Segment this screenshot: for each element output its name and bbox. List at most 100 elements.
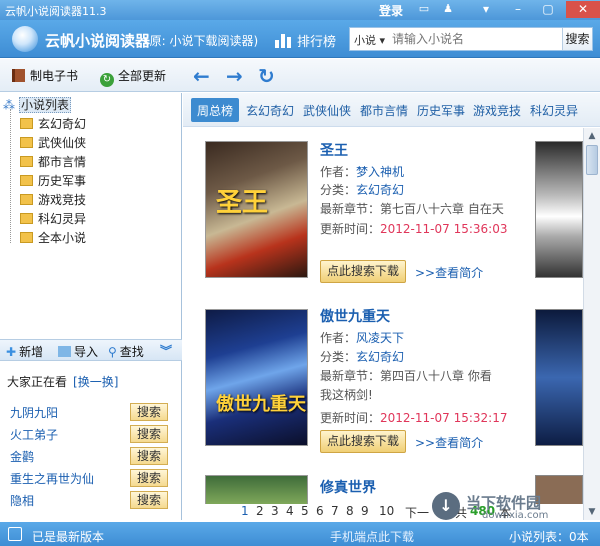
tree-item[interactable]: 武侠仙侠 (20, 134, 86, 151)
tree-item[interactable]: 游戏竞技 (20, 191, 86, 208)
window-title: 云帆小说阅读器11.3 (5, 5, 107, 18)
login-link[interactable]: 登录 (379, 2, 403, 19)
ranking-button[interactable]: 排行榜 (297, 31, 336, 50)
page-link[interactable]: 8 (346, 504, 354, 518)
minimize-button[interactable]: – (504, 1, 532, 18)
intro-link[interactable]: >>查看简介 (415, 434, 483, 451)
book-list: 圣王 圣王 作者：梦入神机 分类：玄幻奇幻 最新章节：第七百八十六章 自在天 更… (183, 128, 583, 504)
book-author: 作者：梦入神机 (320, 165, 405, 179)
folder-icon (20, 194, 33, 205)
version-status: 已是最新版本 (32, 530, 105, 544)
watching-item[interactable]: 九阴九阳 (10, 404, 58, 421)
book-updated: 更新时间：2012-11-07 15:32:17 (320, 411, 508, 425)
page-link[interactable]: 6 (316, 504, 324, 518)
tab-scifi[interactable]: 科幻灵异 (530, 102, 578, 119)
close-button[interactable]: ✕ (566, 1, 600, 18)
book-title[interactable]: 傲世九重天 (320, 306, 390, 326)
book-title[interactable]: 圣王 (320, 140, 348, 160)
tree-item[interactable]: 全本小说 (20, 229, 86, 246)
update-all-button[interactable]: ↻ 全部更新 (100, 67, 166, 87)
main-panel: 周总榜 玄幻奇幻 武侠仙侠 都市言情 历史军事 游戏竞技 科幻灵异 圣王 圣王 … (183, 93, 600, 520)
tree-item[interactable]: 玄幻奇幻 (20, 115, 86, 132)
book-latest: 最新章节：第四百八十八章 你看我这柄剑! (320, 369, 492, 402)
book-cover[interactable]: 傲世九重天 (205, 309, 308, 446)
change-link[interactable]: [换一换] (73, 375, 118, 389)
tab-history[interactable]: 历史军事 (417, 102, 465, 119)
watching-search-button[interactable]: 搜索 (130, 447, 168, 465)
download-button[interactable]: 点此搜索下载 (320, 430, 406, 453)
status-bar: 已是最新版本 手机端点此下载 小说列表：0本 (0, 522, 600, 546)
vertical-scrollbar[interactable]: ▲ ▼ (583, 128, 600, 520)
import-button[interactable]: 导入 (58, 343, 98, 360)
scroll-up-icon[interactable]: ▲ (584, 128, 600, 144)
search-box: 小说 ▾ 搜索 (349, 27, 593, 51)
maximize-button[interactable]: ▢ (534, 1, 562, 18)
tab-urban[interactable]: 都市言情 (360, 102, 408, 119)
forward-arrow-icon[interactable]: → (226, 64, 243, 88)
book-cover[interactable] (205, 475, 308, 504)
book-author: 作者：风凌天下 (320, 331, 405, 345)
watermark-url: downxia.com (482, 510, 549, 521)
tree-root[interactable]: ⁂ 小说列表 (3, 96, 72, 113)
page-link[interactable]: 1 (241, 504, 249, 518)
search-button[interactable]: 搜索 (562, 28, 592, 50)
book-updated: 更新时间：2012-11-07 15:36:03 (320, 222, 508, 236)
collapse-icon[interactable]: ︾ (160, 342, 172, 359)
tab-weekly[interactable]: 周总榜 (191, 98, 240, 122)
tab-wuxia[interactable]: 武侠仙侠 (303, 102, 351, 119)
scroll-down-icon[interactable]: ▼ (584, 504, 600, 520)
book-cover-thumbnail[interactable] (535, 309, 583, 446)
watching-item[interactable]: 火工弟子 (10, 426, 58, 443)
watching-search-button[interactable]: 搜索 (130, 425, 168, 443)
make-ebook-button[interactable]: 制电子书 (12, 67, 78, 84)
toolbar: 制电子书 ↻ 全部更新 ← → ↻ (0, 59, 600, 92)
tree-line (10, 109, 11, 243)
search-category-select[interactable]: 小说 ▾ (354, 32, 385, 48)
book-latest: 最新章节：第七百八十六章 自在天 (320, 202, 504, 216)
tab-game[interactable]: 游戏竞技 (473, 102, 521, 119)
tree-item[interactable]: 科幻灵异 (20, 210, 86, 227)
folder-icon (20, 175, 33, 186)
watermark: ↓ 当下软件园 downxia.com (432, 492, 580, 522)
download-button[interactable]: 点此搜索下载 (320, 260, 406, 283)
tree-item[interactable]: 都市言情 (20, 153, 86, 170)
book-card: 傲世九重天 傲世九重天 作者：风凌天下 分类：玄幻奇幻 最新章节：第四百八十八章… (183, 296, 583, 461)
back-arrow-icon[interactable]: ← (193, 64, 210, 88)
page-link[interactable]: 10 (379, 504, 394, 518)
side-toolbar: ✚ 新增 导入 ⚲ 查找 ︾ (0, 339, 182, 361)
page-link[interactable]: 7 (331, 504, 339, 518)
page-link[interactable]: 5 (301, 504, 309, 518)
page-link[interactable]: 4 (286, 504, 294, 518)
book-category: 分类：玄幻奇幻 (320, 183, 405, 197)
book-cover-thumbnail[interactable] (535, 141, 583, 278)
find-button[interactable]: ⚲ 查找 (108, 343, 144, 360)
scroll-thumb[interactable] (586, 145, 598, 175)
search-input[interactable] (392, 30, 542, 48)
shirt-icon[interactable]: ♟ (440, 2, 456, 16)
watching-item[interactable]: 金鹳 (10, 448, 34, 465)
book-title[interactable]: 修真世界 (320, 477, 376, 497)
folder-open-icon (58, 346, 71, 357)
search-icon: ⚲ (108, 345, 117, 359)
add-button[interactable]: ✚ 新增 (6, 343, 43, 360)
watching-item[interactable]: 隐相 (10, 492, 34, 509)
title-bar: 云帆小说阅读器11.3 登录 ▭ ♟ ▾ – ▢ ✕ (0, 0, 600, 20)
sidebar: ⁂ 小说列表 玄幻奇幻 武侠仙侠 都市言情 历史军事 游戏竞技 科幻灵异 全本小说… (0, 93, 182, 520)
menu-button[interactable]: ▾ (472, 1, 500, 18)
message-icon[interactable]: ▭ (416, 2, 432, 16)
reload-icon[interactable]: ↻ (258, 64, 275, 88)
tree-item[interactable]: 历史军事 (20, 172, 86, 189)
ranking-icon[interactable] (275, 30, 293, 48)
watching-search-button[interactable]: 搜索 (130, 403, 168, 421)
next-page-link[interactable]: 下一 (405, 504, 429, 521)
page-link[interactable]: 3 (271, 504, 279, 518)
mobile-download-link[interactable]: 手机端点此下载 (330, 528, 414, 545)
page-link[interactable]: 2 (256, 504, 264, 518)
tab-fantasy[interactable]: 玄幻奇幻 (246, 102, 294, 119)
book-cover[interactable]: 圣王 (205, 141, 308, 278)
watching-search-button[interactable]: 搜索 (130, 469, 168, 487)
watching-item[interactable]: 重生之再世为仙 (10, 470, 94, 487)
watching-search-button[interactable]: 搜索 (130, 491, 168, 509)
page-link[interactable]: 9 (361, 504, 369, 518)
intro-link[interactable]: >>查看简介 (415, 264, 483, 281)
